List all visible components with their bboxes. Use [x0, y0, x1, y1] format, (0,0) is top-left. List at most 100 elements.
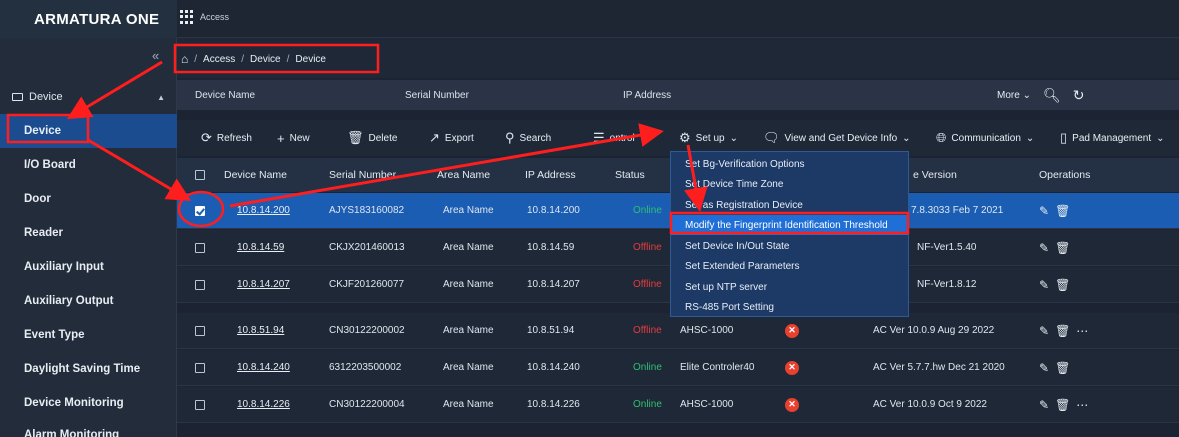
- sidebar-item-event-type[interactable]: Event Type: [0, 318, 177, 352]
- trash-icon[interactable]: 🗑︎: [1055, 278, 1070, 292]
- header-serial-number[interactable]: Serial Number: [329, 158, 396, 192]
- chevron-up-icon[interactable]: ▲: [157, 93, 165, 102]
- sidebar-item-reader[interactable]: Reader: [0, 216, 177, 250]
- row-checkbox[interactable]: [195, 325, 205, 336]
- export-label: Export: [444, 132, 474, 144]
- ip-address: 10.8.14.207: [527, 279, 580, 290]
- edit-icon[interactable]: ✎: [1039, 324, 1049, 338]
- table-row[interactable]: 10.8.51.94 CN30122200002 Area Name 10.8.…: [177, 313, 1179, 349]
- trash-icon[interactable]: 🗑︎: [1055, 398, 1070, 412]
- menu-item-fingerprint-threshold[interactable]: Modify the Fingerprint Identification Th…: [671, 215, 908, 235]
- menu-item-bg-verification[interactable]: Set Bg-Verification Options: [671, 154, 908, 174]
- row-checkbox[interactable]: [195, 362, 205, 373]
- filter-ip-address[interactable]: IP Address: [623, 90, 671, 101]
- table-row[interactable]: 10.8.14.240 6312203500002 Area Name 10.8…: [177, 350, 1179, 386]
- row-checkbox[interactable]: [195, 279, 205, 290]
- more-filters-button[interactable]: More ⌄: [997, 90, 1031, 101]
- new-button[interactable]: + New: [277, 120, 310, 156]
- delete-button[interactable]: 🗑︎ Delete: [347, 120, 397, 156]
- sidebar-item-device-monitoring[interactable]: Device Monitoring: [0, 386, 177, 420]
- firmware-version: AC Ver 10.0.9 Aug 29 2022: [873, 325, 995, 336]
- device-model: Elite Controler40: [680, 362, 755, 373]
- device-name-link[interactable]: 10.8.14.207: [237, 267, 290, 302]
- filter-serial-number[interactable]: Serial Number: [405, 90, 469, 101]
- status-badge: Offline: [633, 279, 662, 290]
- device-name-link[interactable]: 10.8.14.200: [237, 193, 290, 228]
- header-device-name[interactable]: Device Name: [224, 158, 287, 192]
- row-checkbox[interactable]: [195, 399, 205, 410]
- plus-icon: +: [277, 130, 285, 146]
- sidebar-item-daylight-saving-time[interactable]: Daylight Saving Time: [0, 352, 177, 386]
- filter-bar: Device Name Serial Number IP Address Mor…: [177, 80, 1179, 110]
- edit-icon[interactable]: ✎: [1039, 278, 1049, 292]
- apps-grid-icon[interactable]: [180, 10, 194, 24]
- trash-icon[interactable]: 🗑︎: [1055, 204, 1070, 218]
- sidebar-group-device[interactable]: Device ▲: [0, 84, 177, 110]
- reset-icon[interactable]: ↻: [1073, 87, 1085, 104]
- area-name: Area Name: [443, 242, 494, 253]
- new-label: New: [289, 132, 310, 144]
- control-menu-button[interactable]: ☰ ontrol ⌄: [593, 120, 648, 156]
- communication-button[interactable]: 🌐︎ Communication ⌄: [936, 120, 1034, 156]
- sidebar-item-auxiliary-input[interactable]: Auxiliary Input: [0, 250, 177, 284]
- trash-icon[interactable]: 🗑︎: [1055, 361, 1070, 375]
- menu-item-ntp-server[interactable]: Set up NTP server: [671, 277, 908, 297]
- menu-item-rs485-port[interactable]: RS-485 Port Setting: [671, 297, 908, 317]
- device-name-link[interactable]: 10.8.14.226: [237, 387, 290, 422]
- menu-item-extended-parameters[interactable]: Set Extended Parameters: [671, 256, 908, 276]
- chevron-down-icon: ⌄: [639, 132, 649, 144]
- control-label: ontrol: [609, 132, 635, 144]
- edit-icon[interactable]: ✎: [1039, 361, 1049, 375]
- status-badge: Online: [633, 205, 662, 216]
- trash-icon[interactable]: 🗑︎: [1055, 324, 1070, 338]
- trash-icon[interactable]: 🗑︎: [1055, 241, 1070, 255]
- export-button[interactable]: ↗ Export: [429, 120, 474, 156]
- filter-device-name[interactable]: Device Name: [195, 90, 255, 101]
- row-operations: ✎ 🗑︎ ⋯: [1039, 313, 1088, 348]
- menu-item-registration-device[interactable]: Set as Registration Device: [671, 195, 908, 215]
- search-icon[interactable]: 🔍︎: [1043, 87, 1061, 104]
- edit-icon[interactable]: ✎: [1039, 398, 1049, 412]
- search-button[interactable]: ⚲ Search: [505, 120, 551, 156]
- chevron-down-icon: ⌄: [729, 132, 738, 144]
- firmware-version: AC Ver 5.7.7.hw Dec 21 2020: [873, 362, 1005, 373]
- header-ip-address[interactable]: IP Address: [525, 158, 576, 192]
- pad-management-button[interactable]: ▯ Pad Management ⌄: [1060, 120, 1165, 156]
- breadcrumb-item-current: Device: [295, 53, 326, 65]
- sidebar-item-door[interactable]: Door: [0, 182, 177, 216]
- sidebar-item-alarm-monitoring[interactable]: Alarm Monitoring: [0, 418, 177, 437]
- area-name: Area Name: [443, 325, 494, 336]
- row-checkbox[interactable]: [195, 242, 205, 253]
- home-icon[interactable]: ⌂: [181, 52, 188, 66]
- sidebar-item-io-board[interactable]: I/O Board: [0, 148, 177, 182]
- sidebar-item-auxiliary-output[interactable]: Auxiliary Output: [0, 284, 177, 318]
- edit-icon[interactable]: ✎: [1039, 204, 1049, 218]
- breadcrumb-separator: /: [286, 53, 290, 65]
- firmware-version: NF-Ver1.8.12: [917, 279, 977, 290]
- device-name-link[interactable]: 10.8.14.59: [237, 230, 284, 265]
- edit-icon[interactable]: ✎: [1039, 241, 1049, 255]
- more-icon[interactable]: ⋯: [1076, 324, 1088, 338]
- communication-label: Communication: [951, 132, 1021, 144]
- more-icon[interactable]: ⋯: [1076, 398, 1088, 412]
- chevron-down-icon: ⌄: [902, 132, 911, 144]
- collapse-sidebar-icon[interactable]: «: [152, 48, 159, 63]
- breadcrumb-item-device[interactable]: Device: [250, 54, 281, 65]
- status-badge: Offline: [633, 242, 662, 253]
- select-all-checkbox[interactable]: [195, 170, 205, 180]
- gear-icon: ⚙: [679, 130, 691, 145]
- breadcrumb-item-access[interactable]: Access: [203, 54, 235, 65]
- header-area-name[interactable]: Area Name: [437, 158, 490, 192]
- header-status[interactable]: Status: [615, 158, 645, 192]
- row-checkbox[interactable]: [195, 205, 205, 216]
- menu-item-time-zone[interactable]: Set Device Time Zone: [671, 174, 908, 194]
- module-switcher[interactable]: Access: [180, 10, 229, 24]
- menu-item-in-out-state[interactable]: Set Device In/Out State: [671, 236, 908, 256]
- chevron-down-icon: ⌄: [1022, 89, 1031, 101]
- table-row[interactable]: 10.8.14.226 CN30122200004 Area Name 10.8…: [177, 387, 1179, 423]
- device-name-link[interactable]: 10.8.51.94: [237, 313, 284, 348]
- refresh-button[interactable]: ⟳ Refresh: [201, 120, 252, 156]
- header-firmware-version[interactable]: e Version: [913, 158, 957, 192]
- device-name-link[interactable]: 10.8.14.240: [237, 350, 290, 385]
- sidebar-item-device[interactable]: Device: [0, 114, 177, 148]
